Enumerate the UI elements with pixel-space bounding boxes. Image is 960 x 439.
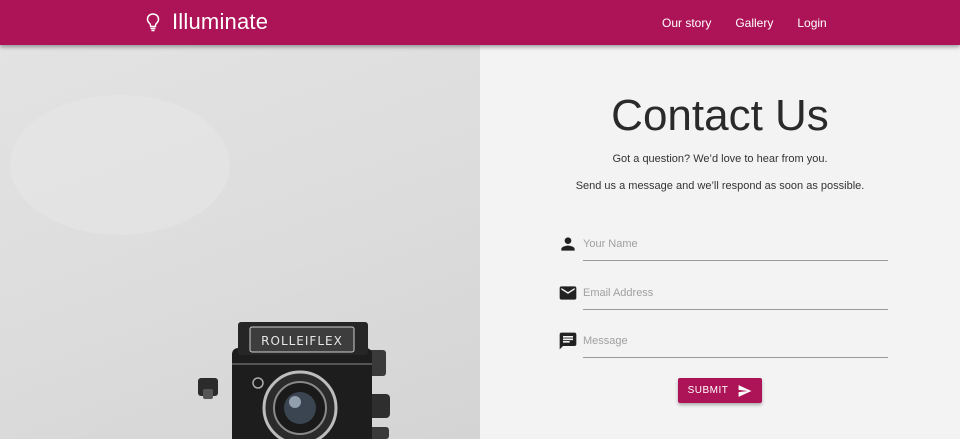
chat-icon (559, 332, 577, 350)
message-field (558, 330, 888, 360)
email-field (558, 282, 888, 312)
camera-photo: ROLLEIFLEX (10, 95, 390, 439)
person-icon (561, 237, 575, 251)
nav-gallery[interactable]: Gallery (735, 16, 773, 30)
email-input[interactable] (583, 282, 888, 310)
contact-section: Contact Us Got a question? We’d love to … (480, 45, 960, 439)
brand-name: Illuminate (172, 9, 269, 34)
svg-text:ROLLEIFLEX: ROLLEIFLEX (261, 334, 343, 348)
page-title: Contact Us (611, 91, 829, 140)
contact-subtitle-1: Got a question? We’d love to hear from y… (612, 153, 828, 165)
nav-our-story[interactable]: Our story (662, 16, 711, 30)
top-app-bar: Illuminate Our story Gallery Login (0, 0, 960, 45)
lightbulb-icon (146, 13, 160, 32)
name-input[interactable] (583, 233, 888, 261)
name-field (558, 233, 888, 263)
main-nav: Our story Gallery Login (650, 0, 839, 45)
message-input[interactable] (583, 330, 888, 358)
submit-label: SUBMIT (687, 385, 729, 396)
envelope-icon (559, 286, 577, 300)
contact-subtitle-2: Send us a message and we’ll respond as s… (575, 180, 865, 192)
submit-button[interactable]: SUBMIT (678, 378, 762, 403)
hero-photo: ROLLEIFLEX (0, 45, 480, 439)
send-icon (738, 384, 752, 397)
nav-login[interactable]: Login (797, 16, 826, 30)
brand[interactable]: Illuminate (144, 8, 268, 36)
